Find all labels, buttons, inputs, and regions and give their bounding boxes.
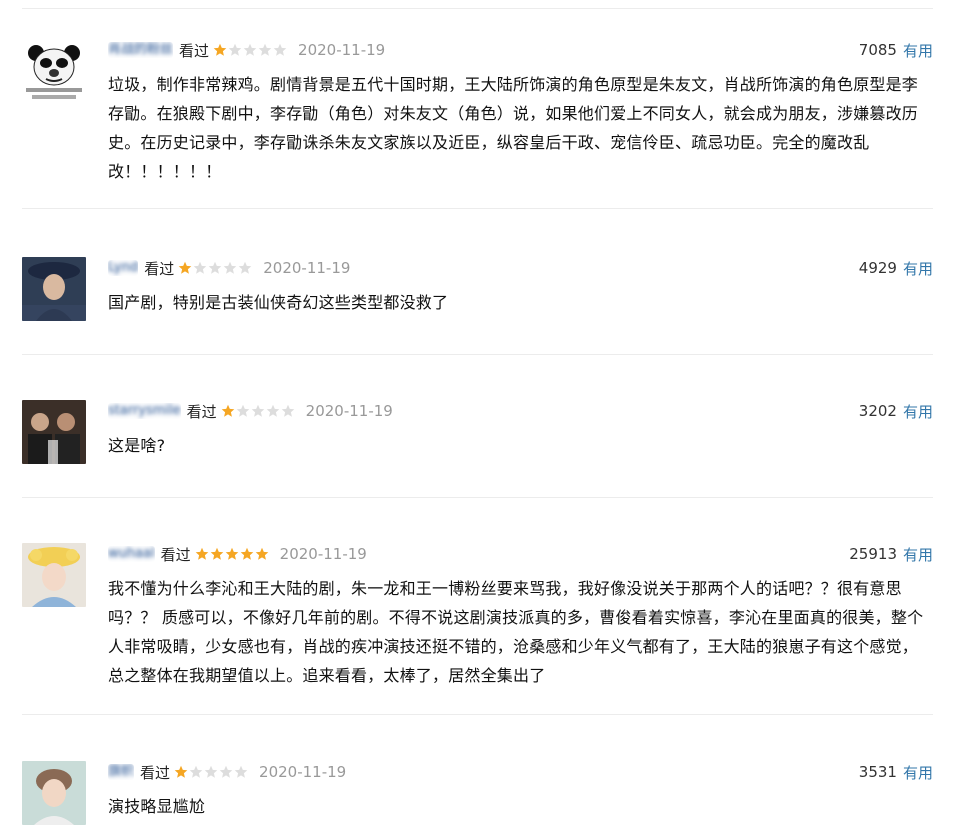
star-rating: [213, 43, 288, 57]
vote-count: 3202: [858, 402, 897, 420]
star-empty-icon: [273, 43, 287, 56]
star-rating: [178, 261, 253, 275]
star-filled-icon: [178, 261, 192, 274]
username[interactable]: wuhaal: [108, 546, 155, 562]
review-item: 肖战的粉丝 看过 2020-11-19 7085 有用 垃圾，制作非常辣鸡。剧情…: [0, 39, 957, 209]
review-meta: starrysmile 看过 2020-11-19: [108, 400, 393, 422]
username[interactable]: 旗帜: [108, 764, 134, 780]
vote-count: 25913: [849, 545, 897, 563]
review-item: starrysmile 看过 2020-11-19 3202 有用 这是啥?: [0, 400, 957, 500]
review-date: 2020-11-19: [298, 41, 386, 59]
vote-area: 7085 有用: [859, 39, 933, 61]
review-meta: Lynd 看过 2020-11-19: [108, 257, 350, 279]
star-empty-icon: [223, 261, 237, 274]
review-meta: wuhaal 看过 2020-11-19: [108, 543, 367, 565]
divider: [22, 497, 933, 498]
review-meta: 旗帜 看过 2020-11-19: [108, 761, 346, 783]
watched-status: 看过: [144, 259, 175, 278]
star-rating: [221, 404, 296, 418]
star-rating: [174, 765, 249, 779]
vote-area: 3531 有用: [859, 761, 933, 783]
star-empty-icon: [208, 261, 222, 274]
star-filled-icon: [221, 404, 234, 417]
useful-button[interactable]: 有用: [903, 401, 933, 422]
useful-button[interactable]: 有用: [903, 40, 933, 61]
star-empty-icon: [238, 261, 252, 274]
vote-area: 4929 有用: [859, 257, 933, 279]
review-content: 演技略显尴尬: [108, 797, 206, 816]
star-empty-icon: [251, 404, 264, 417]
star-filled-icon: [240, 547, 253, 560]
star-filled-icon: [255, 547, 268, 560]
portrait-hat-avatar[interactable]: [22, 257, 86, 321]
watched-status: 看过: [160, 545, 191, 564]
review-meta: 肖战的粉丝 看过 2020-11-19: [108, 39, 385, 61]
divider: [22, 354, 933, 355]
star-empty-icon: [189, 765, 203, 778]
star-empty-icon: [243, 43, 257, 56]
useful-button[interactable]: 有用: [903, 762, 933, 783]
star-filled-icon: [225, 547, 238, 560]
star-filled-icon: [213, 43, 227, 56]
star-filled-icon: [210, 547, 223, 560]
review-item: 旗帜 看过 2020-11-19 3531 有用 演技略显尴尬: [0, 761, 957, 827]
review-date: 2020-11-19: [259, 763, 347, 781]
review-item: wuhaal 看过 2020-11-19 25913 有用 我不懂为什么李沁和王…: [0, 543, 957, 713]
review-content: 我不懂为什么李沁和王大陆的剧，朱一龙和王一博粉丝要来骂我，我好像没说关于那两个人…: [108, 579, 924, 685]
divider: [22, 714, 933, 715]
star-empty-icon: [236, 404, 249, 417]
star-empty-icon: [258, 43, 272, 56]
portrait-girl-avatar[interactable]: [22, 761, 86, 825]
review-date: 2020-11-19: [263, 259, 351, 277]
vote-count: 7085: [858, 41, 897, 59]
star-empty-icon: [266, 404, 279, 417]
star-empty-icon: [228, 43, 242, 56]
username[interactable]: starrysmile: [108, 403, 181, 419]
star-empty-icon: [204, 765, 218, 778]
useful-button[interactable]: 有用: [903, 258, 933, 279]
divider: [22, 208, 933, 209]
review-date: 2020-11-19: [305, 402, 393, 420]
star-rating: [195, 547, 270, 561]
vote-count: 4929: [858, 259, 897, 277]
review-content: 这是啥?: [108, 436, 166, 455]
review-content: 国产剧，特别是古装仙侠奇幻这些类型都没救了: [108, 293, 449, 312]
watched-status: 看过: [179, 41, 210, 60]
review-item: Lynd 看过 2020-11-19 4929 有用 国产剧，特别是古装仙侠奇幻…: [0, 257, 957, 357]
review-date: 2020-11-19: [279, 545, 367, 563]
useful-button[interactable]: 有用: [903, 544, 933, 565]
panda-meme-avatar[interactable]: [22, 39, 86, 103]
girl-yellow-hat-avatar[interactable]: [22, 543, 86, 607]
vote-count: 3531: [858, 763, 897, 781]
watched-status: 看过: [186, 402, 217, 421]
star-empty-icon: [234, 765, 248, 778]
review-content: 垃圾，制作非常辣鸡。剧情背景是五代十国时期，王大陆所饰演的角色原型是朱友文，肖战…: [108, 75, 919, 181]
group-photo-avatar[interactable]: [22, 400, 86, 464]
username[interactable]: Lynd: [108, 260, 138, 276]
vote-area: 3202 有用: [859, 400, 933, 422]
star-filled-icon: [174, 765, 188, 778]
username[interactable]: 肖战的粉丝: [108, 42, 173, 58]
star-filled-icon: [195, 547, 208, 560]
review-list: 肖战的粉丝 看过 2020-11-19 7085 有用 垃圾，制作非常辣鸡。剧情…: [0, 0, 957, 827]
divider: [22, 8, 933, 9]
star-empty-icon: [193, 261, 207, 274]
star-empty-icon: [219, 765, 233, 778]
vote-area: 25913 有用: [849, 543, 933, 565]
watched-status: 看过: [140, 763, 171, 782]
star-empty-icon: [281, 404, 294, 417]
